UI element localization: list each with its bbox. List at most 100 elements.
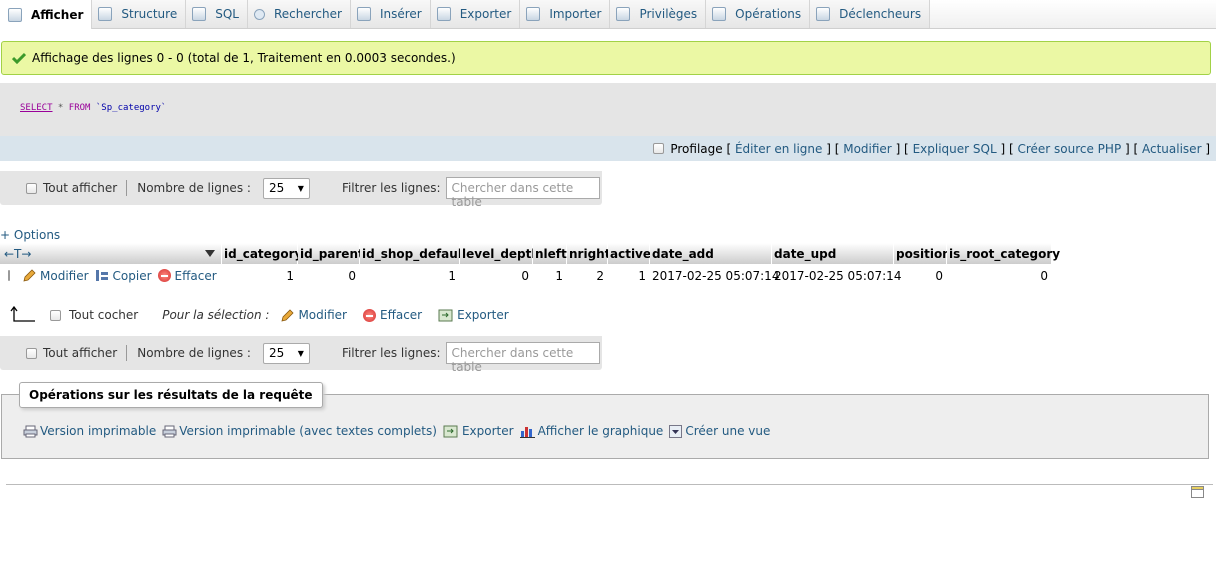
table-cell[interactable]: 1 xyxy=(533,269,567,283)
legend-text: Opérations sur les résultats de la requê… xyxy=(29,388,313,402)
column-header[interactable]: active xyxy=(608,243,651,264)
row-checkbox[interactable] xyxy=(8,270,10,281)
arrow-up-icon xyxy=(10,306,35,322)
edit-query-link[interactable]: Modifier xyxy=(843,142,892,156)
row-edit-button[interactable]: Modifier xyxy=(23,269,89,283)
tab-browse[interactable]: Afficher xyxy=(0,0,93,29)
sql-table-name: `Sp_category` xyxy=(95,103,167,113)
display-chart-link[interactable]: Afficher le graphique xyxy=(519,424,663,438)
profiling-label: Profilage xyxy=(670,141,723,156)
row-copy-button[interactable]: Copier xyxy=(95,269,152,283)
tab-sql[interactable]: SQL xyxy=(186,0,248,28)
tab-search[interactable]: Rechercher xyxy=(247,0,351,28)
tab-privileges[interactable]: Privilèges xyxy=(610,0,707,28)
export-icon xyxy=(436,7,451,21)
create-view-link[interactable]: Créer une vue xyxy=(669,424,770,438)
tab-triggers[interactable]: Déclencheurs xyxy=(810,0,931,28)
export-icon xyxy=(443,425,458,437)
bulk-delete-button[interactable]: Effacer xyxy=(362,308,423,322)
column-header[interactable]: level_depth xyxy=(460,243,540,264)
check-all-checkbox[interactable] xyxy=(50,309,61,321)
bulk-edit-label: Modifier xyxy=(298,308,347,322)
show-all-checkbox[interactable] xyxy=(26,182,37,194)
column-header[interactable]: date_upd xyxy=(772,243,894,264)
check-all-label[interactable]: Tout cocher xyxy=(69,308,138,322)
table-cell[interactable]: 2017-02-25 05:07:14 xyxy=(772,269,901,283)
print-view-full-link[interactable]: Version imprimable (avec textes complets… xyxy=(162,424,437,438)
copy-icon xyxy=(95,270,108,281)
success-text: Affichage des lignes 0 - 0 (total de 1, … xyxy=(32,51,456,65)
tab-operations[interactable]: Opérations xyxy=(706,0,811,28)
table-cell[interactable]: 1 xyxy=(222,269,298,283)
column-arrows[interactable]: ←T→ xyxy=(0,243,222,264)
show-all-checkbox[interactable] xyxy=(26,347,37,359)
table-cell[interactable]: 0 xyxy=(894,269,947,283)
sql-star: * xyxy=(52,103,69,113)
refresh-link[interactable]: Actualiser xyxy=(1142,142,1202,156)
column-header[interactable]: is_root_category xyxy=(947,243,1060,264)
success-message: Affichage des lignes 0 - 0 (total de 1, … xyxy=(1,41,1211,75)
column-label: id_shop_default xyxy=(362,246,468,261)
column-header[interactable]: id_shop_default xyxy=(360,243,468,264)
tab-label: Insérer xyxy=(379,7,422,21)
cell-value: 2017-02-25 05:07:14 xyxy=(652,268,780,283)
table-cell[interactable]: 1 xyxy=(608,269,650,283)
column-header[interactable]: id_parent xyxy=(298,243,364,264)
export-icon xyxy=(438,309,453,321)
column-label: nleft xyxy=(535,246,567,261)
row-delete-button[interactable]: Effacer xyxy=(157,269,217,283)
table-cell[interactable]: 1 xyxy=(360,269,460,283)
divider xyxy=(6,484,1213,485)
column-header[interactable]: nright xyxy=(567,243,610,264)
tab-label: Exporter xyxy=(459,7,512,21)
navigation-bar-top: Tout afficher Nombre de lignes : 25 ▼ Fil… xyxy=(0,171,602,209)
printer-icon xyxy=(162,425,177,437)
tab-import[interactable]: Importer xyxy=(520,0,611,28)
bulk-edit-button[interactable]: Modifier xyxy=(281,308,347,322)
table-cell[interactable]: 0 xyxy=(298,269,360,283)
sql-keyword-select[interactable]: SELECT xyxy=(20,103,53,113)
filter-label: Filtrer les lignes: xyxy=(341,346,441,360)
rows-select[interactable]: 25 ▼ xyxy=(262,177,310,199)
filter-input[interactable]: Chercher dans cette table xyxy=(445,342,600,374)
pencil-icon xyxy=(23,269,36,282)
options-link[interactable]: + Options xyxy=(0,228,60,242)
explain-sql-link[interactable]: Expliquer SQL xyxy=(913,142,997,156)
table-cell[interactable]: 0 xyxy=(460,269,533,283)
results-table: ←T→ id_category id_parent id_shop_defaul… xyxy=(0,243,1060,287)
column-header[interactable]: date_add xyxy=(650,243,772,264)
show-all-label: Tout afficher xyxy=(43,181,118,195)
navigation-bar-bottom: Tout afficher Nombre de lignes : 25 ▼ Fil… xyxy=(0,336,602,374)
tab-insert[interactable]: Insérer xyxy=(350,0,431,28)
export-results-link[interactable]: Exporter xyxy=(443,424,514,438)
create-php-link[interactable]: Créer source PHP xyxy=(1017,142,1121,156)
table-cell[interactable]: 2017-02-25 05:07:14 xyxy=(650,269,779,283)
structure-icon xyxy=(98,7,113,21)
bulk-export-button[interactable]: Exporter xyxy=(438,308,509,322)
table-cell[interactable]: 0 xyxy=(947,269,1052,283)
edit-inline-link[interactable]: Éditer en ligne xyxy=(735,142,822,156)
link-label: Version imprimable xyxy=(40,424,157,438)
column-header[interactable]: id_category xyxy=(222,243,302,264)
print-view-link[interactable]: Version imprimable xyxy=(23,424,156,438)
cell-value: 0 xyxy=(935,268,943,283)
column-header[interactable]: nleft xyxy=(533,243,567,264)
tab-bar: Afficher Structure SQL Rechercher Insére… xyxy=(0,0,1216,29)
bulk-delete-label: Effacer xyxy=(379,308,423,322)
tab-export[interactable]: Exporter xyxy=(430,0,521,28)
rows-select[interactable]: 25 ▼ xyxy=(262,342,310,364)
rows-label: Nombre de lignes : xyxy=(137,346,251,360)
filter-input[interactable]: Chercher dans cette table xyxy=(445,177,600,209)
console-icon[interactable] xyxy=(1191,486,1204,498)
tab-structure[interactable]: Structure xyxy=(92,0,187,28)
tab-label: Privilèges xyxy=(639,7,698,21)
table-cell[interactable]: 2 xyxy=(567,269,608,283)
view-icon xyxy=(669,424,683,438)
chevron-down-icon[interactable] xyxy=(205,250,215,257)
column-header[interactable]: position xyxy=(894,243,951,264)
cell-value: 1 xyxy=(555,268,563,283)
profiling-checkbox[interactable] xyxy=(653,143,665,154)
tab-label: Rechercher xyxy=(273,7,342,21)
tab-label: Importer xyxy=(549,7,602,21)
cell-value: 1 xyxy=(638,268,646,283)
